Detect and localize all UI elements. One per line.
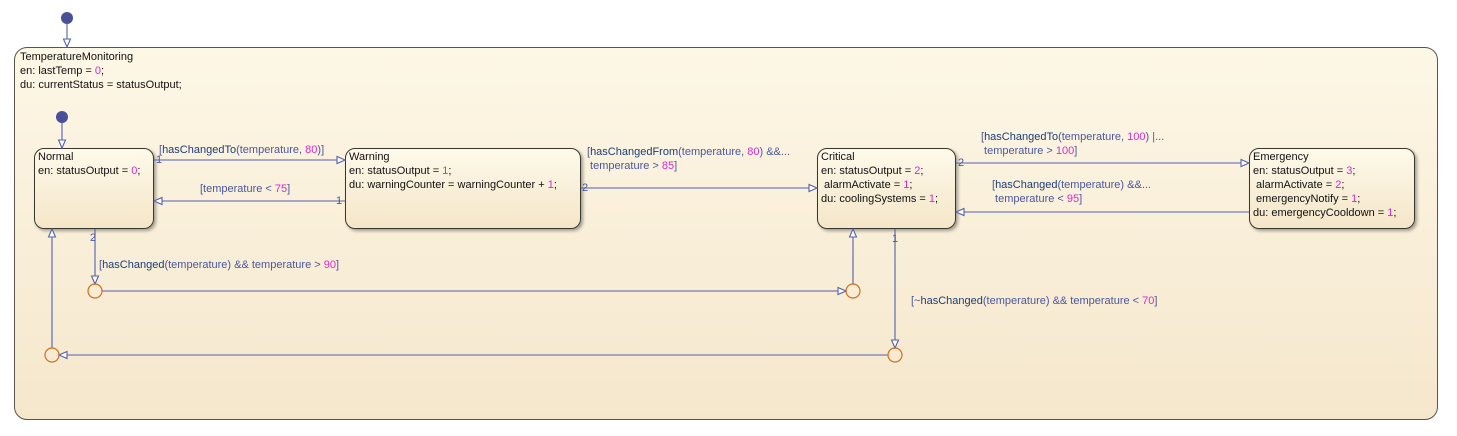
numeric-literal: 100 <box>1055 145 1075 157</box>
text-line: temperature < 95] <box>992 192 1151 206</box>
transition-junction-to-critical-arrowhead[interactable] <box>848 227 858 238</box>
connective-junction <box>887 347 903 363</box>
text-fragment: ] <box>1079 193 1083 205</box>
default-transition-chart-arrowhead[interactable] <box>62 38 72 49</box>
text-line: temperature > 85] <box>587 159 790 173</box>
transition-label-emergency-to-critical[interactable]: [hasChanged(temperature) &&... temperatu… <box>992 178 1151 206</box>
transition-junction-to-normal-arrowhead[interactable] <box>47 227 57 238</box>
function-name: hasChanged <box>102 259 165 271</box>
transition-junction-to-junction-arrowhead[interactable] <box>837 286 848 296</box>
text-fragment: ] <box>287 183 291 195</box>
transition-label-critical-to-junction[interactable]: [~hasChanged(temperature) && temperature… <box>911 294 1157 308</box>
text-fragment: (temperature, <box>678 146 748 158</box>
function-name: hasChangedTo <box>162 144 237 156</box>
text-fragment: temperature > <box>981 145 1056 157</box>
transition-label-warning-to-critical[interactable]: [hasChangedFrom(temperature, 80) &&... t… <box>587 145 790 173</box>
text-line: temperature > 100] <box>981 144 1164 158</box>
numeric-literal: 75 <box>274 183 288 195</box>
connective-junction <box>845 283 861 299</box>
text-line: [hasChangedTo(temperature, 80)] <box>159 143 324 157</box>
function-name: hasChangedFrom <box>590 146 679 158</box>
function-name: hasChanged <box>920 295 983 307</box>
transition-emergency-to-critical-arrowhead[interactable] <box>954 207 965 217</box>
transition-warning-to-normal-arrowhead[interactable] <box>152 196 163 206</box>
numeric-literal: 80 <box>747 146 760 158</box>
connective-junction <box>87 283 103 299</box>
text-line: [hasChangedFrom(temperature, 80) &&... <box>587 145 790 159</box>
text-fragment: (temperature, <box>236 144 306 156</box>
text-line: [~hasChanged(temperature) && temperature… <box>911 294 1157 308</box>
text-fragment: temperature < <box>992 193 1067 205</box>
execution-order-warning-to-critical: 2 <box>582 182 589 194</box>
text-line: [hasChanged(temperature) &&... <box>992 178 1151 192</box>
numeric-literal: 95 <box>1066 193 1080 205</box>
text-fragment: ) |... <box>1145 131 1165 143</box>
numeric-literal: 70 <box>1142 295 1155 307</box>
default-transition-normal-arrowhead[interactable] <box>57 139 67 150</box>
text-fragment: (temperature) &&... <box>1057 179 1151 191</box>
text-fragment: ) &&... <box>759 146 791 158</box>
text-line: [hasChanged(temperature) && temperature … <box>99 258 339 272</box>
transition-critical-to-emergency-arrowhead[interactable] <box>1240 158 1251 168</box>
execution-order-normal-to-warning: 1 <box>156 154 163 166</box>
transition-label-critical-to-emergency[interactable]: [hasChangedTo(temperature, 100) |... tem… <box>981 130 1164 158</box>
text-fragment: ] <box>1154 295 1158 307</box>
text-fragment: (temperature) && temperature < <box>982 295 1143 307</box>
numeric-literal: 100 <box>1127 131 1146 143</box>
transition-critical-to-junction-arrowhead[interactable] <box>890 339 900 350</box>
text-line: [hasChangedTo(temperature, 100) |... <box>981 130 1164 144</box>
text-fragment: ] <box>674 160 678 172</box>
text-fragment: )] <box>317 144 325 156</box>
text-fragment: temperature > <box>587 160 662 172</box>
execution-order-warning-to-normal: 1 <box>336 195 343 207</box>
transition-warning-to-critical-arrowhead[interactable] <box>808 183 819 193</box>
execution-order-normal-to-junction: 2 <box>90 232 97 244</box>
function-name: hasChangedTo <box>984 131 1059 143</box>
transition-label-normal-to-warning[interactable]: [hasChangedTo(temperature, 80)] <box>159 143 324 157</box>
numeric-literal: 90 <box>323 259 336 271</box>
transition-label-normal-to-junction[interactable]: [hasChanged(temperature) && temperature … <box>99 258 339 272</box>
default-transition-dot <box>56 111 68 123</box>
text-fragment: ] <box>1074 145 1078 157</box>
transition-layer <box>44 12 1251 363</box>
text-fragment: [temperature < <box>200 183 275 195</box>
transition-normal-to-junction-arrowhead[interactable] <box>90 275 100 286</box>
transition-junction-to-junction-bottom-arrowhead[interactable] <box>57 350 68 360</box>
execution-order-critical-to-emergency: 2 <box>958 157 965 169</box>
text-fragment: (temperature, <box>1058 131 1128 143</box>
text-fragment: (temperature) && temperature > <box>164 259 324 271</box>
connective-junction <box>44 347 60 363</box>
transition-normal-to-warning-arrowhead[interactable] <box>336 155 347 165</box>
default-transition-dot <box>61 12 73 24</box>
numeric-literal: 80 <box>305 144 318 156</box>
execution-order-critical-to-junction: 1 <box>892 233 899 245</box>
transition-label-warning-to-normal[interactable]: [temperature < 75] <box>200 182 290 196</box>
numeric-literal: 85 <box>661 160 675 172</box>
text-line: [temperature < 75] <box>200 182 290 196</box>
text-fragment: ] <box>335 259 340 271</box>
function-name: hasChanged <box>995 179 1058 191</box>
